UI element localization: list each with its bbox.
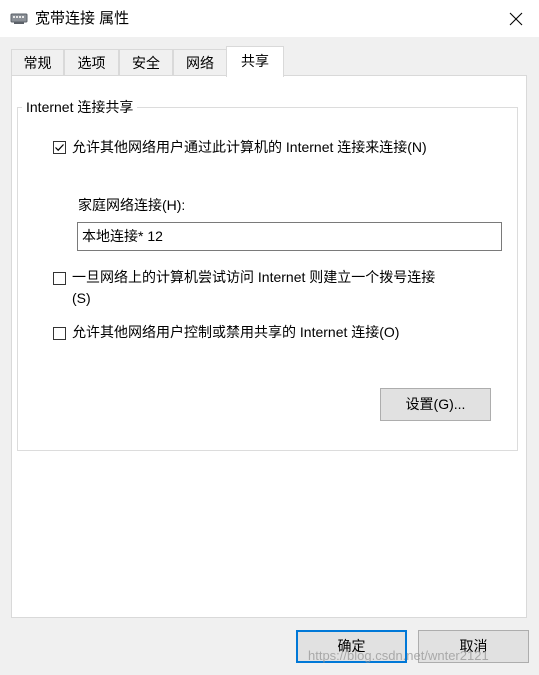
tab-security[interactable]: 安全 <box>119 49 173 75</box>
checkmark-icon <box>55 144 64 152</box>
tab-general[interactable]: 常规 <box>11 49 64 75</box>
tab-sharing[interactable]: 共享 <box>226 46 284 77</box>
dial-on-demand-checkbox[interactable] <box>53 272 66 285</box>
network-connection-icon <box>10 13 28 24</box>
tab-options[interactable]: 选项 <box>64 49 119 75</box>
title-bar: 宽带连接 属性 <box>0 0 539 37</box>
properties-dialog: 宽带连接 属性 常规 选项 安全 网络 共享 Internet 连接共享 允许其… <box>0 0 539 675</box>
window-title: 宽带连接 属性 <box>35 10 130 27</box>
home-network-select[interactable]: 本地连接* 12 <box>77 222 502 251</box>
close-icon <box>509 12 523 25</box>
home-network-label: 家庭网络连接(H): <box>78 197 186 213</box>
allow-control-label[interactable]: 允许其他网络用户控制或禁用共享的 Internet 连接(O) <box>72 322 399 342</box>
cancel-button[interactable]: 取消 <box>418 630 529 663</box>
allow-sharing-checkbox[interactable] <box>53 141 66 154</box>
allow-control-checkbox[interactable] <box>53 327 66 340</box>
allow-sharing-label[interactable]: 允许其他网络用户通过此计算机的 Internet 连接来连接(N) <box>72 137 427 157</box>
ok-button[interactable]: 确定 <box>296 630 407 663</box>
settings-button[interactable]: 设置(G)... <box>380 388 491 421</box>
group-title: Internet 连接共享 <box>22 97 138 117</box>
close-button[interactable] <box>493 0 539 37</box>
tab-networking[interactable]: 网络 <box>173 49 227 75</box>
dial-on-demand-label[interactable]: 一旦网络上的计算机尝试访问 Internet 则建立一个拨号连接 <box>72 267 435 287</box>
dial-on-demand-label-line2[interactable]: (S) <box>72 288 91 308</box>
